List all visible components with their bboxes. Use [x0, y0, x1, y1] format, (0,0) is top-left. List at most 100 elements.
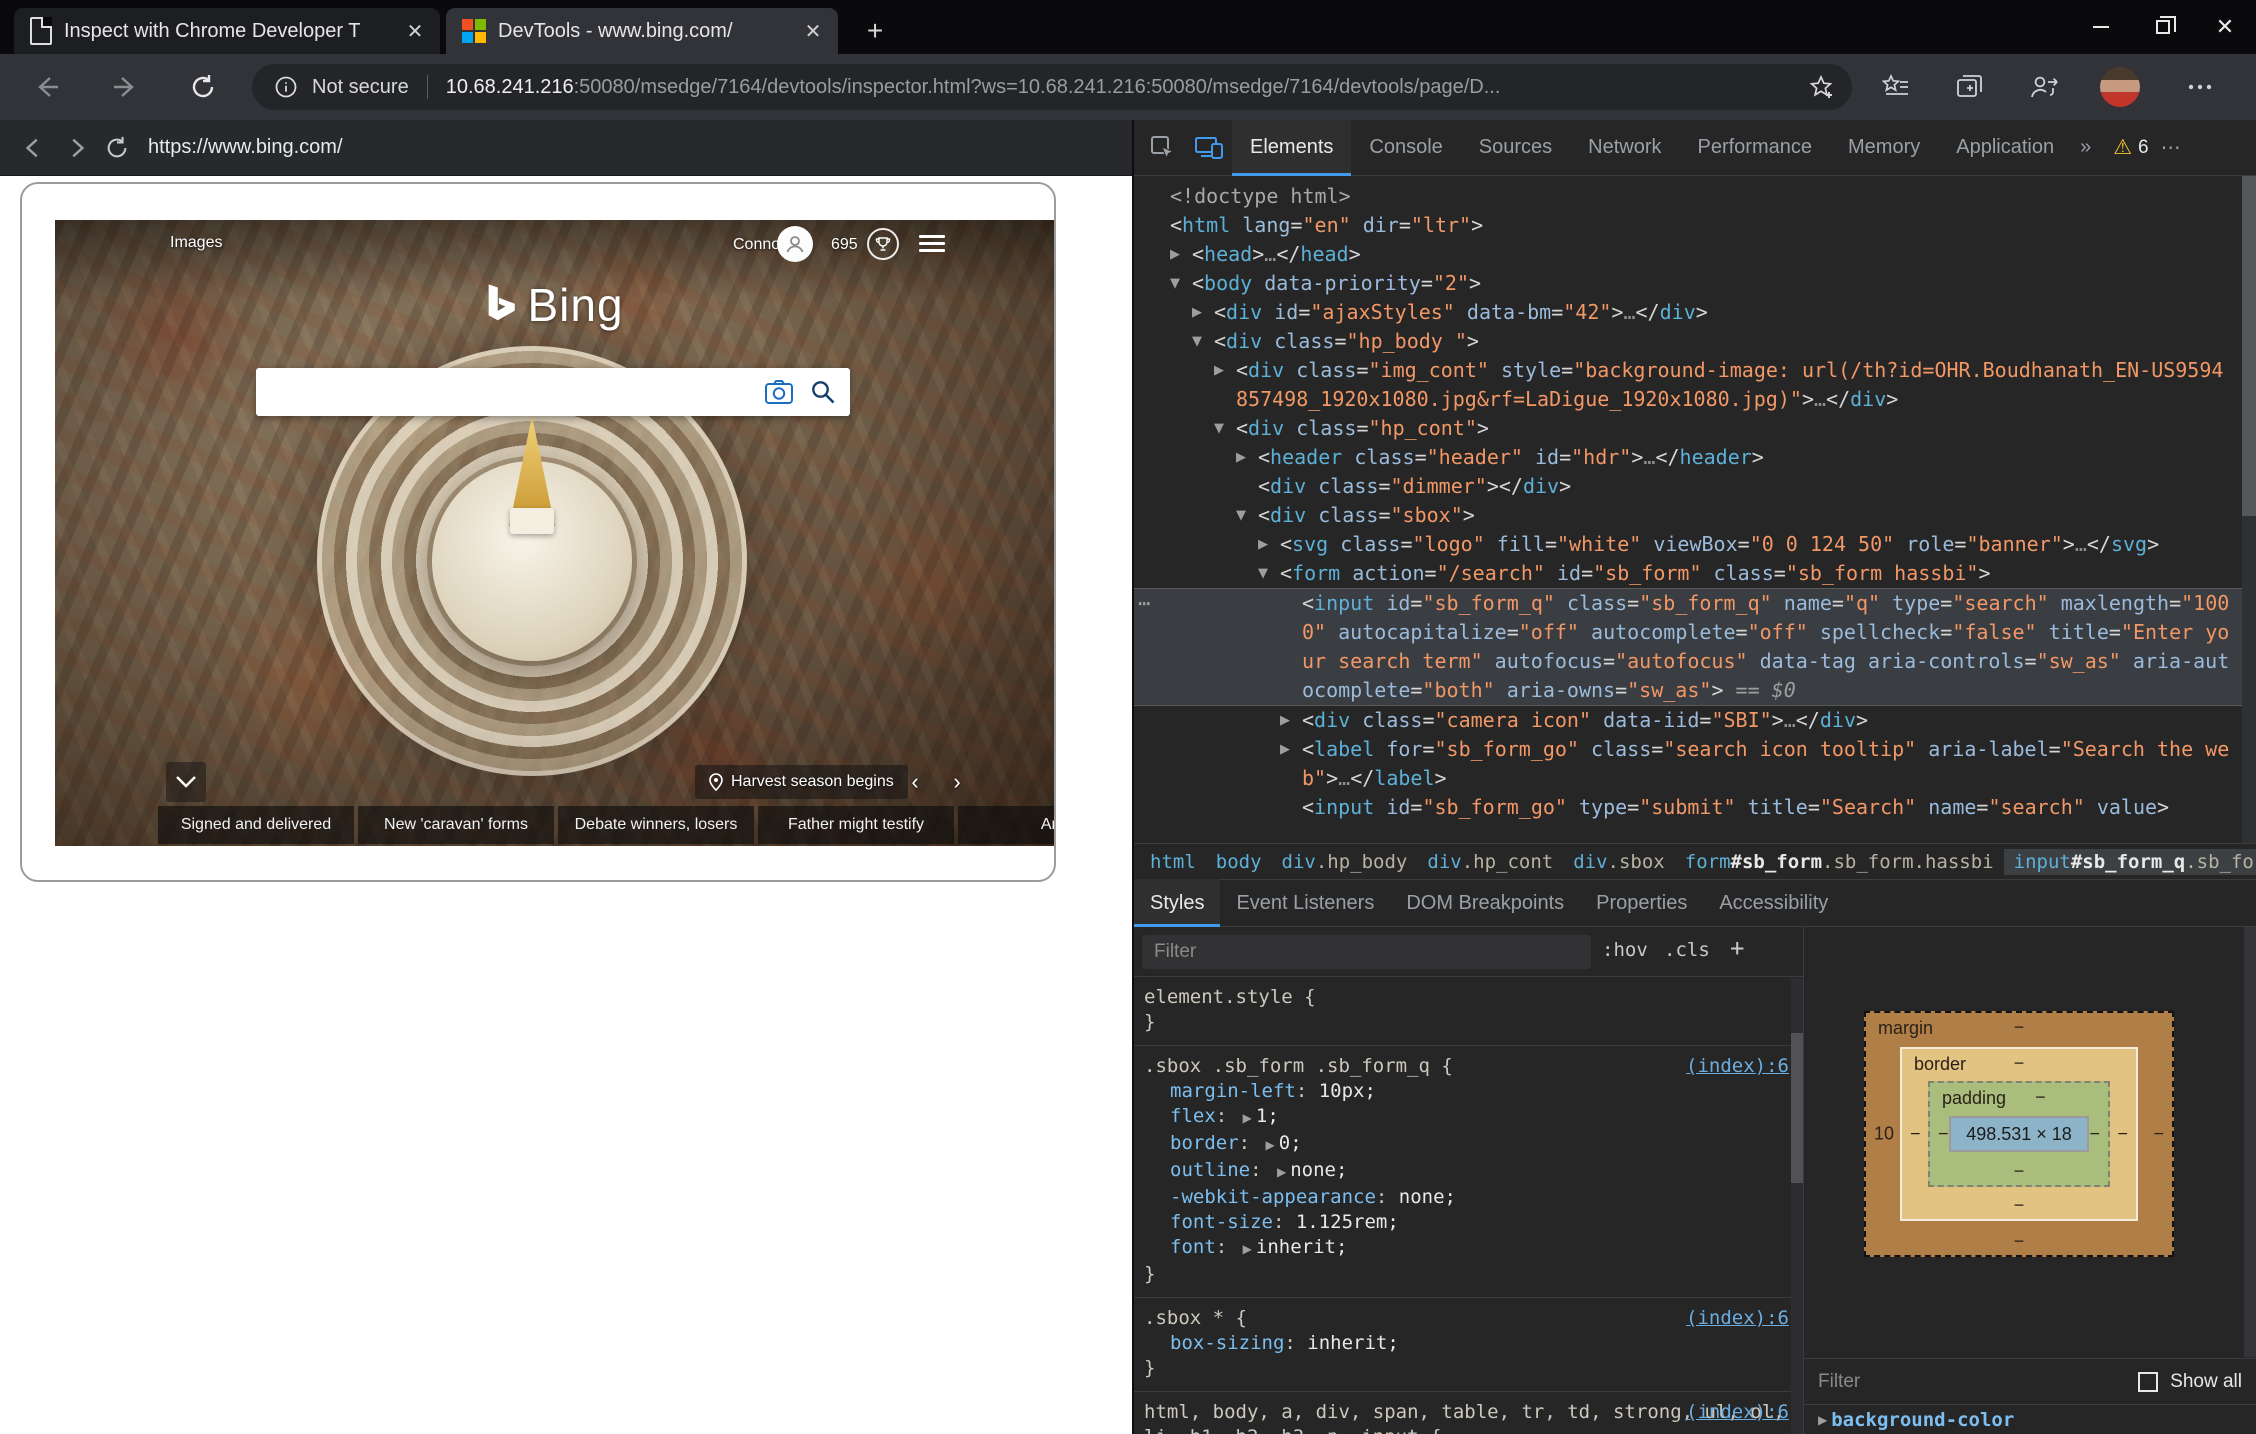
breadcrumb-item[interactable]: html: [1140, 849, 1206, 875]
dom-tree-row[interactable]: <html lang="en" dir="ltr">: [1134, 211, 2256, 240]
device-url[interactable]: https://www.bing.com/: [148, 136, 343, 159]
tab-accessibility[interactable]: Accessibility: [1703, 879, 1844, 927]
news-card[interactable]: Signed and delivered: [158, 806, 354, 844]
computed-filter-input[interactable]: Filter: [1818, 1371, 1860, 1393]
padding-left-value[interactable]: −: [1938, 1124, 1949, 1145]
border-right-value[interactable]: −: [2117, 1124, 2128, 1145]
tab-elements[interactable]: Elements: [1232, 119, 1352, 176]
dom-tree-row[interactable]: ▶ <label for="sb_form_go" class="search i…: [1134, 735, 2256, 793]
breadcrumb-item[interactable]: body: [1206, 849, 1272, 875]
new-tab-button[interactable]: +: [856, 12, 894, 50]
breadcrumb-item[interactable]: div.hp_body: [1272, 849, 1418, 875]
padding-top-value[interactable]: −: [2035, 1087, 2046, 1108]
browser-tab-1[interactable]: Inspect with Chrome Developer T ✕: [14, 8, 440, 54]
dom-tree-row[interactable]: ▶ <div id="ajaxStyles" data-bm="42">…</di…: [1134, 298, 2256, 327]
carousel-next-icon[interactable]: ›: [943, 768, 971, 796]
breadcrumb-item[interactable]: input#sb_form_q.sb_form_q: [2003, 848, 2256, 875]
css-property[interactable]: flex: ▶ 1;: [1144, 1104, 1793, 1131]
css-property[interactable]: -webkit-appearance: none;: [1144, 1185, 1793, 1210]
profile-avatar[interactable]: [2098, 66, 2142, 108]
tab-console[interactable]: Console: [1351, 120, 1460, 176]
dom-tree-row[interactable]: ▼ <div class="hp_body ">: [1134, 327, 2256, 356]
css-property[interactable]: font: ▶ inherit;: [1144, 1235, 1793, 1262]
css-rule[interactable]: (index):6 html, body, a, div, span, table…: [1134, 1392, 1803, 1434]
css-property[interactable]: border: ▶ 0;: [1144, 1131, 1793, 1158]
padding-right-value[interactable]: −: [2089, 1124, 2100, 1145]
tab-close-icon[interactable]: ✕: [398, 14, 432, 48]
image-story-pill[interactable]: Harvest season begins: [695, 765, 908, 799]
expand-arrow-icon[interactable]: ▶: [1814, 1413, 1831, 1427]
border-left-value[interactable]: −: [1910, 1124, 1921, 1145]
expand-arrow-icon[interactable]: ▶: [1170, 240, 1180, 269]
collapse-arrow-icon[interactable]: ▼: [1170, 269, 1180, 298]
scroll-down-button[interactable]: [166, 762, 206, 802]
styles-scrollbar[interactable]: [1791, 978, 1803, 1434]
dom-tree-row[interactable]: ▶ <header class="header" id="hdr">…</head…: [1134, 443, 2256, 472]
css-property[interactable]: margin-left: 10px;: [1144, 1079, 1793, 1104]
back-button[interactable]: [26, 66, 68, 108]
collapse-arrow-icon[interactable]: ▼: [1214, 414, 1224, 443]
stylesheet-link[interactable]: (index):6: [1686, 1306, 1789, 1331]
tab-dom-breakpoints[interactable]: DOM Breakpoints: [1390, 879, 1580, 927]
box-model-diagram[interactable]: margin − − 10 − border − − − − padding −: [1864, 1011, 2174, 1257]
expand-arrow-icon[interactable]: ▶: [1236, 443, 1246, 472]
css-property[interactable]: outline: ▶ none;: [1144, 1158, 1793, 1185]
css-property[interactable]: box-sizing: inherit;: [1144, 1331, 1793, 1356]
visual-search-camera-icon[interactable]: [764, 379, 794, 405]
dom-tree-row[interactable]: <div class="dimmer"></div>: [1134, 472, 2256, 501]
collections-icon[interactable]: [1948, 66, 1992, 108]
breadcrumb-item[interactable]: div.sbox: [1563, 849, 1675, 875]
expand-arrow-icon[interactable]: ▶: [1280, 735, 1290, 764]
tab-properties[interactable]: Properties: [1580, 879, 1703, 927]
news-card[interactable]: Father might testify: [758, 806, 954, 844]
margin-bottom-value[interactable]: −: [2014, 1231, 2025, 1252]
tab-event-listeners[interactable]: Event Listeners: [1220, 879, 1390, 927]
collapse-arrow-icon[interactable]: ▼: [1192, 327, 1202, 356]
bing-images-link[interactable]: Images: [170, 234, 222, 252]
favorites-bar-icon[interactable]: [1874, 66, 1918, 108]
dom-tree-row[interactable]: ▶ <svg class="logo" fill="white" viewBox=…: [1134, 530, 2256, 559]
scrollbar-thumb[interactable]: [2242, 176, 2256, 516]
news-card[interactable]: Debate winners, losers: [558, 806, 754, 844]
carousel-prev-icon[interactable]: ‹: [901, 768, 929, 796]
node-options-icon[interactable]: ⋯: [1138, 589, 1150, 618]
dom-tree-row[interactable]: <input id="sb_form_go" type="submit" tit…: [1134, 793, 2256, 822]
address-bar[interactable]: Not secure 10.68.241.216:50080/msedge/71…: [252, 64, 1852, 110]
search-magnifier-icon[interactable]: [810, 379, 836, 405]
issues-badge[interactable]: ⚠ 6: [2113, 135, 2148, 160]
margin-left-value[interactable]: 10: [1874, 1124, 1894, 1145]
device-reload-icon[interactable]: [104, 135, 130, 161]
dom-tree-row-selected[interactable]: <input id="sb_form_q" class="sb_form_q" …: [1134, 588, 2256, 706]
device-forward-icon[interactable]: [64, 136, 88, 160]
collapse-arrow-icon[interactable]: ▼: [1236, 501, 1246, 530]
bing-avatar[interactable]: [777, 226, 813, 262]
browser-tab-2[interactable]: DevTools - www.bing.com/ ✕: [446, 8, 838, 54]
rewards-trophy-icon[interactable]: [867, 228, 899, 260]
border-top-value[interactable]: −: [2014, 1053, 2025, 1074]
minimize-button[interactable]: [2070, 0, 2132, 54]
margin-right-value[interactable]: −: [2153, 1124, 2164, 1145]
more-tabs-icon[interactable]: »: [2072, 120, 2099, 176]
favorite-star-icon[interactable]: [1808, 74, 1834, 100]
device-back-icon[interactable]: [22, 136, 46, 160]
tab-sources[interactable]: Sources: [1461, 120, 1570, 176]
css-rule[interactable]: (index):6 .sbox .sb_form .sb_form_q {marg…: [1134, 1046, 1803, 1298]
news-card[interactable]: New 'caravan' forms: [358, 806, 554, 844]
show-all-checkbox[interactable]: [2138, 1371, 2159, 1392]
settings-menu-icon[interactable]: [2178, 66, 2222, 108]
dom-tree-row[interactable]: ▼ <body data-priority="2">: [1134, 269, 2256, 298]
content-box[interactable]: 498.531 × 18: [1949, 1116, 2089, 1152]
expand-arrow-icon[interactable]: ▶: [1214, 356, 1224, 385]
collapse-arrow-icon[interactable]: ▼: [1258, 559, 1268, 588]
dom-tree-row[interactable]: <!doctype html>: [1134, 182, 2256, 211]
tab-close-icon[interactable]: ✕: [796, 14, 830, 48]
stylesheet-link[interactable]: (index):6: [1686, 1054, 1789, 1079]
info-icon[interactable]: [274, 75, 298, 99]
tab-performance[interactable]: Performance: [1680, 120, 1831, 176]
dom-tree-row[interactable]: ▶ <div class="camera icon" data-iid="SBI"…: [1134, 706, 2256, 735]
reload-button[interactable]: [182, 66, 224, 108]
toggle-hover-button[interactable]: :hov: [1602, 939, 1648, 961]
tab-memory[interactable]: Memory: [1830, 120, 1938, 176]
maximize-button[interactable]: [2132, 0, 2194, 54]
dom-tree-row[interactable]: ▼ <div class="hp_cont">: [1134, 414, 2256, 443]
